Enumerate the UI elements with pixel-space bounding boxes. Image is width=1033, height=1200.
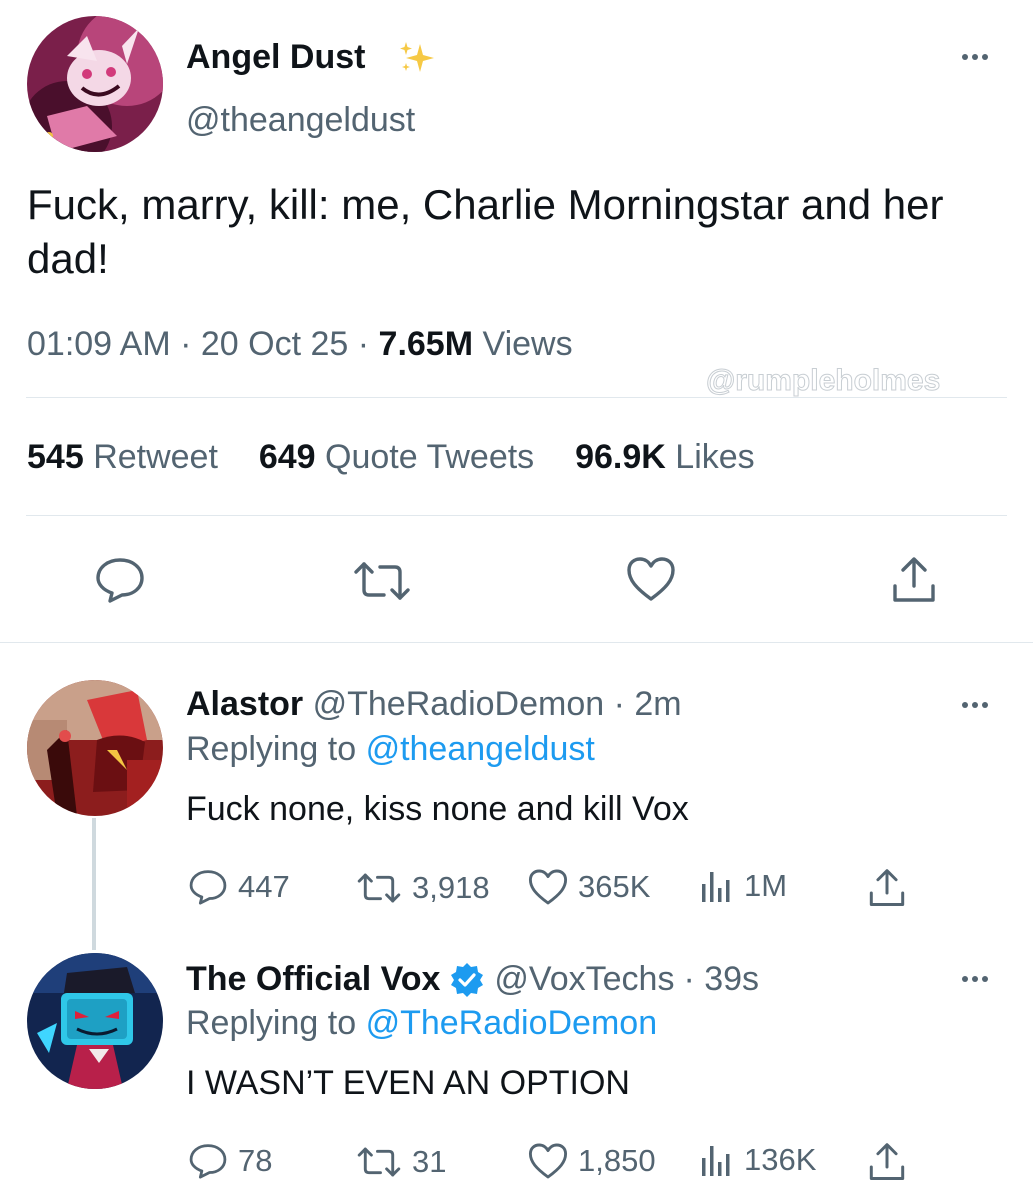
tweet-text: Fuck, marry, kill: me, Charlie Morningst… <box>27 181 944 282</box>
replying-to-link[interactable]: @TheRadioDemon <box>366 1004 658 1042</box>
watermark: @rumpleholmes <box>705 364 941 398</box>
meta-separator: · <box>180 325 192 363</box>
retweet-action[interactable]: 3,918 <box>356 870 490 906</box>
more-options-icon[interactable] <box>962 702 988 708</box>
sparkles-icon <box>398 40 436 76</box>
divider <box>0 642 1033 643</box>
views-count: 1M <box>744 868 788 903</box>
tweet-stats: 545 Retweet 649 Quote Tweets 96.9K Likes <box>27 438 755 477</box>
retweet-icon[interactable] <box>352 560 412 602</box>
more-options-icon[interactable] <box>962 54 988 60</box>
views-label: Views <box>482 325 573 363</box>
quote-count: 649 <box>258 438 316 476</box>
reply-text: Fuck none, kiss none and kill Vox <box>186 790 689 828</box>
share-icon[interactable] <box>868 868 906 908</box>
tweet-time: 01:09 AM <box>27 325 171 363</box>
quote-label: Quote Tweets <box>325 438 535 476</box>
reply-text: I WASN’T EVEN AN OPTION <box>186 1064 630 1102</box>
like-count: 1,850 <box>578 1143 656 1178</box>
retweet-action[interactable]: 31 <box>356 1144 446 1180</box>
likes-count: 96.9K <box>575 438 666 476</box>
likes-stat[interactable]: 96.9K Likes <box>575 438 755 476</box>
vox-avatar[interactable] <box>27 953 163 1089</box>
replying-to-link[interactable]: @theangeldust <box>366 730 595 768</box>
meta-separator: · <box>357 325 370 363</box>
reply-count: 447 <box>238 869 290 904</box>
like-count: 365K <box>578 869 651 904</box>
quotes-stat[interactable]: 649 Quote Tweets <box>259 438 544 476</box>
reply-icon[interactable] <box>94 556 146 604</box>
share-icon[interactable] <box>891 556 937 604</box>
retweets-stat[interactable]: 545 Retweet <box>27 438 227 476</box>
like-action[interactable]: 1,850 <box>528 1142 656 1180</box>
views-chart-icon <box>700 868 734 904</box>
reply-header: Alastor @TheRadioDemon · 2m <box>186 685 682 724</box>
retweet-count: 31 <box>412 1144 447 1179</box>
thread-line <box>92 818 96 950</box>
retweet-count: 3,918 <box>412 870 490 905</box>
like-heart-icon[interactable] <box>626 556 676 602</box>
replying-to-prefix: Replying to <box>186 1004 357 1042</box>
views-count: 136K <box>744 1142 817 1177</box>
reply-icon <box>188 1142 228 1180</box>
retweet-icon <box>356 1146 402 1178</box>
replying-to: Replying to @theangeldust <box>186 730 595 769</box>
likes-label: Likes <box>675 438 755 476</box>
reply-count: 78 <box>238 1143 273 1178</box>
reply-author-name[interactable]: The Official Vox <box>186 960 440 999</box>
tweet-date: 20 Oct 25 <box>200 325 349 363</box>
views-action[interactable]: 136K <box>700 1142 816 1178</box>
reply-time[interactable]: · 39s <box>683 960 759 999</box>
views-count: 7.65M <box>378 325 474 363</box>
replying-to: Replying to @TheRadioDemon <box>186 1004 657 1043</box>
divider <box>26 515 1007 516</box>
like-heart-icon <box>528 1142 568 1180</box>
retweet-count: 545 <box>27 438 84 476</box>
views-chart-icon <box>700 1142 734 1178</box>
views-action[interactable]: 1M <box>700 868 787 904</box>
reply-author-handle[interactable]: @VoxTechs <box>494 960 674 999</box>
angel-dust-avatar[interactable] <box>27 16 163 152</box>
tweet-meta: 01:09 AM · 20 Oct 25 · 7.65M Views <box>27 325 573 364</box>
reply-icon <box>188 868 228 906</box>
reply-author-handle[interactable]: @TheRadioDemon <box>313 685 605 723</box>
author-handle[interactable]: @theangeldust <box>186 101 415 140</box>
verified-badge-icon <box>449 962 485 998</box>
retweet-icon <box>356 872 402 904</box>
more-options-icon[interactable] <box>962 976 988 982</box>
reply-action[interactable]: 447 <box>188 868 290 906</box>
share-icon[interactable] <box>868 1142 906 1182</box>
reply-header: The Official Vox @VoxTechs · 39s <box>186 960 759 999</box>
author-name[interactable]: Angel Dust <box>186 38 365 77</box>
like-action[interactable]: 365K <box>528 868 650 906</box>
like-heart-icon <box>528 868 568 906</box>
replying-to-prefix: Replying to <box>186 730 357 768</box>
divider <box>26 397 1007 398</box>
reply-time[interactable]: · 2m <box>614 685 682 723</box>
alastor-avatar[interactable] <box>27 680 163 816</box>
reply-author-name[interactable]: Alastor <box>186 685 303 723</box>
reply-action[interactable]: 78 <box>188 1142 272 1180</box>
retweet-label: Retweet <box>93 438 218 476</box>
